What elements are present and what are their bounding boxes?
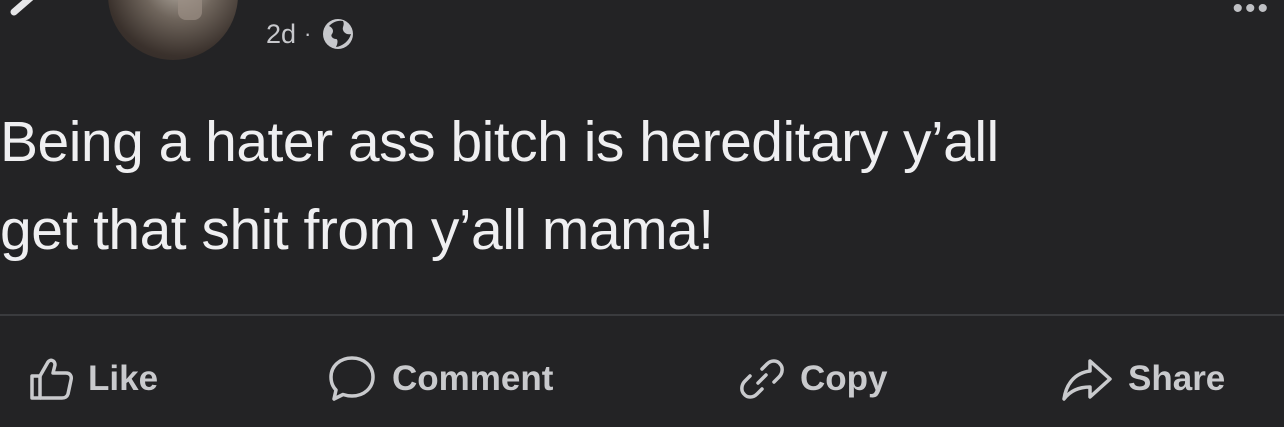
post-actions-bar: Like Comment Copy Share bbox=[0, 340, 1284, 420]
like-label: Like bbox=[88, 359, 159, 398]
post-text-line: Being a hater ass bitch is hereditary y’… bbox=[0, 110, 999, 174]
like-button[interactable]: Like bbox=[28, 348, 158, 410]
share-arrow-icon bbox=[1062, 359, 1112, 401]
divider bbox=[0, 314, 1284, 316]
copy-button[interactable]: Copy bbox=[738, 348, 888, 410]
avatar-photo-detail bbox=[178, 0, 202, 20]
copy-label: Copy bbox=[800, 359, 888, 398]
post-header: 2d · ••• bbox=[0, 0, 1284, 80]
avatar[interactable] bbox=[108, 0, 238, 60]
chevron-left-icon[interactable] bbox=[0, 0, 60, 32]
globe-icon[interactable] bbox=[321, 17, 355, 51]
post-text-line: get that shit from y’all mama! bbox=[0, 198, 714, 262]
meta-separator: · bbox=[304, 21, 312, 46]
speech-bubble-icon bbox=[329, 356, 375, 401]
more-icon[interactable]: ••• bbox=[1232, 0, 1270, 26]
post-meta: 2d · bbox=[266, 14, 355, 54]
post-text: Being a hater ass bitch is hereditary y’… bbox=[0, 98, 1284, 274]
comment-label: Comment bbox=[392, 359, 554, 398]
share-button[interactable]: Share bbox=[1060, 348, 1225, 410]
thumbs-up-icon bbox=[30, 358, 73, 400]
comment-button[interactable]: Comment bbox=[326, 348, 553, 410]
post-timestamp[interactable]: 2d bbox=[266, 19, 296, 50]
link-icon bbox=[740, 359, 784, 399]
share-label: Share bbox=[1128, 359, 1226, 398]
